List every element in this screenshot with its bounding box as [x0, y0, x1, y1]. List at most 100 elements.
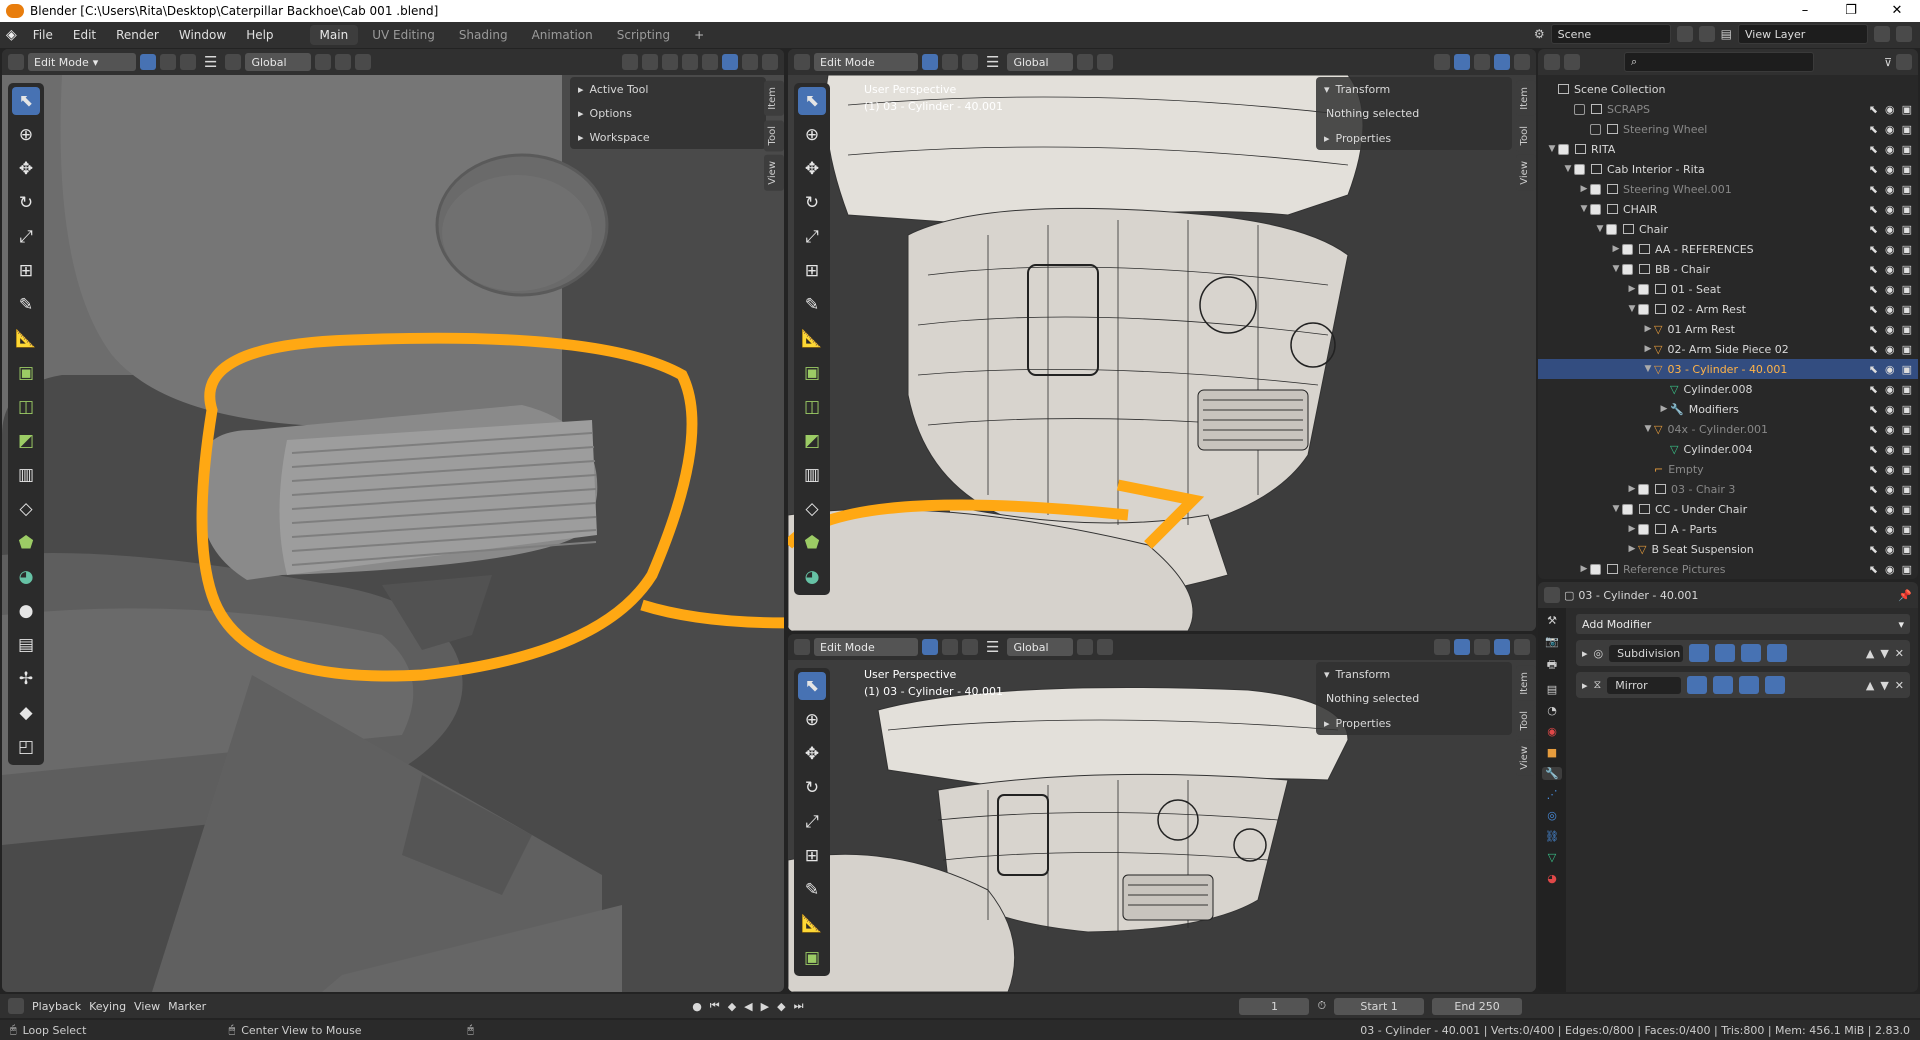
start-frame-field[interactable]: Start 1: [1334, 997, 1425, 1015]
particles-tab-icon[interactable]: ⋰: [1547, 788, 1558, 801]
viewport-toggle-icon[interactable]: [1715, 644, 1736, 662]
exclude-checkbox[interactable]: [1590, 563, 1601, 575]
outliner-row[interactable]: ▼ CHAIR ⬉ ◉ ▣: [1538, 199, 1918, 219]
modifier-subdivision[interactable]: ▸ ◎ Subdivision ▲ ▼ ✕: [1576, 640, 1910, 666]
outliner-row[interactable]: ▶ 03 - Chair 3 ⬉ ◉ ▣: [1538, 479, 1918, 499]
menu-help[interactable]: Help: [238, 28, 281, 42]
next-keyframe-icon[interactable]: ◆: [777, 1000, 785, 1013]
expand-right-icon[interactable]: ▶: [1626, 524, 1638, 534]
select-arrow-icon[interactable]: ⬉: [1869, 563, 1878, 576]
eye-icon[interactable]: ◉: [1885, 563, 1895, 576]
eye-icon[interactable]: ◉: [1885, 523, 1895, 536]
eye-icon[interactable]: ◉: [1885, 363, 1895, 376]
bevel-tool-icon[interactable]: ◩: [12, 427, 40, 455]
solid-shading-icon[interactable]: [722, 54, 738, 70]
new-collection-icon[interactable]: [1896, 54, 1912, 70]
tab-tool[interactable]: Tool: [764, 119, 784, 152]
extrude-tool-icon[interactable]: ▣: [12, 359, 40, 387]
delete-scene-icon[interactable]: [1698, 26, 1715, 42]
outliner-row[interactable]: ▼ RITA ⬉ ◉ ▣: [1538, 139, 1918, 159]
camera-icon[interactable]: ▣: [1902, 183, 1912, 196]
select-arrow-icon[interactable]: ⬉: [1869, 263, 1878, 276]
exclude-checkbox[interactable]: [1638, 523, 1649, 535]
select-arrow-icon[interactable]: ⬉: [1869, 203, 1878, 216]
editmode-toggle-icon[interactable]: [1687, 676, 1708, 694]
editor-type-icon[interactable]: [1544, 587, 1560, 603]
spin-tool-icon[interactable]: ◕: [12, 563, 40, 591]
select-arrow-icon[interactable]: ⬉: [1869, 443, 1878, 456]
eye-icon[interactable]: ◉: [1885, 323, 1895, 336]
move-tool-icon[interactable]: ✥: [798, 740, 826, 768]
pivot-icon[interactable]: [315, 54, 332, 70]
outliner-row[interactable]: ▶ 🔧 Modifiers ⬉ ◉ ▣: [1538, 399, 1918, 419]
outliner-row[interactable]: ▼ ▽ 04x - Cylinder.001 ⬉ ◉ ▣: [1538, 419, 1918, 439]
menu-window[interactable]: Window: [171, 28, 234, 42]
transform-header[interactable]: ▾ Transform: [1316, 77, 1512, 101]
cursor-tool-icon[interactable]: ⊕: [798, 121, 826, 149]
camera-icon[interactable]: ▣: [1902, 223, 1912, 236]
world-tab-icon[interactable]: ◉: [1547, 725, 1557, 738]
select-arrow-icon[interactable]: ⬉: [1869, 103, 1878, 116]
outliner-row[interactable]: ▶ ▽ 01 Arm Rest ⬉ ◉ ▣: [1538, 319, 1918, 339]
editor-type-icon[interactable]: [1544, 54, 1560, 70]
camera-icon[interactable]: ▣: [1902, 123, 1912, 136]
eye-icon[interactable]: ◉: [1885, 123, 1895, 136]
exclude-checkbox[interactable]: [1590, 183, 1601, 195]
edge-select-icon[interactable]: [942, 54, 958, 70]
transform-tool-icon[interactable]: ⊞: [798, 257, 826, 285]
tab-item[interactable]: Item: [764, 81, 784, 116]
select-arrow-icon[interactable]: ⬉: [1869, 143, 1878, 156]
eye-icon[interactable]: ◉: [1885, 143, 1895, 156]
data-tab-icon[interactable]: ▽: [1548, 851, 1556, 864]
eye-icon[interactable]: ◉: [1885, 483, 1895, 496]
tab-main[interactable]: Main: [309, 25, 359, 45]
visibility-icon[interactable]: [1434, 639, 1450, 655]
select-arrow-icon[interactable]: ⬉: [1869, 383, 1878, 396]
exclude-checkbox[interactable]: [1558, 143, 1569, 155]
outliner-row[interactable]: ▼ BB - Chair ⬉ ◉ ▣: [1538, 259, 1918, 279]
eye-icon[interactable]: ◉: [1885, 263, 1895, 276]
select-arrow-icon[interactable]: ⬉: [1869, 343, 1878, 356]
camera-icon[interactable]: ▣: [1902, 483, 1912, 496]
snap-icon[interactable]: [1097, 54, 1114, 70]
eye-icon[interactable]: ◉: [1885, 383, 1895, 396]
tab-uv-editing[interactable]: UV Editing: [362, 25, 445, 45]
menu-hamburger-icon[interactable]: ☰: [986, 53, 999, 71]
viewport-bottom[interactable]: Edit Mode ☰ Global User Perspective (1) …: [788, 634, 1536, 992]
editor-type-icon[interactable]: [794, 639, 810, 655]
expand-down-icon[interactable]: ▼: [1642, 424, 1654, 434]
edge-select-icon[interactable]: [160, 54, 176, 70]
tab-scripting[interactable]: Scripting: [607, 25, 680, 45]
menu-file[interactable]: File: [25, 28, 61, 42]
rotate-tool-icon[interactable]: ↻: [798, 774, 826, 802]
camera-icon[interactable]: ▣: [1902, 463, 1912, 476]
xray-icon[interactable]: [682, 54, 698, 70]
outliner-row[interactable]: ⌐ Empty ⬉ ◉ ▣: [1538, 459, 1918, 479]
select-arrow-icon[interactable]: ⬉: [1869, 283, 1878, 296]
scene-tab-icon[interactable]: ◔: [1547, 704, 1557, 717]
cursor-tool-icon[interactable]: ⊕: [798, 706, 826, 734]
select-arrow-icon[interactable]: ⬉: [1869, 123, 1878, 136]
loop-cut-tool-icon[interactable]: ▥: [798, 461, 826, 489]
solid-shading-icon[interactable]: [1494, 639, 1510, 655]
annotate-tool-icon[interactable]: ✎: [798, 291, 826, 319]
exclude-checkbox[interactable]: [1638, 303, 1649, 315]
rotate-tool-icon[interactable]: ↻: [798, 189, 826, 217]
marker-menu[interactable]: Marker: [168, 1000, 206, 1013]
mode-dropdown[interactable]: Edit Mode: [814, 53, 918, 71]
spin-tool-icon[interactable]: ◕: [798, 563, 826, 591]
knife-tool-icon[interactable]: ◇: [798, 495, 826, 523]
select-tool-icon[interactable]: ⬉: [12, 87, 40, 115]
options-panel[interactable]: ▸ Options: [570, 101, 766, 125]
menu-hamburger-icon[interactable]: ☰: [204, 53, 217, 71]
eye-icon[interactable]: ◉: [1885, 103, 1895, 116]
face-select-icon[interactable]: [962, 639, 978, 655]
camera-icon[interactable]: ▣: [1902, 203, 1912, 216]
edge-slide-tool-icon[interactable]: ▤: [12, 631, 40, 659]
camera-icon[interactable]: ▣: [1902, 103, 1912, 116]
material-shading-icon[interactable]: [742, 54, 758, 70]
measure-tool-icon[interactable]: 📐: [798, 325, 826, 353]
expand-down-icon[interactable]: ▼: [1610, 264, 1622, 274]
exclude-checkbox[interactable]: [1638, 283, 1649, 295]
eye-icon[interactable]: ◉: [1885, 343, 1895, 356]
